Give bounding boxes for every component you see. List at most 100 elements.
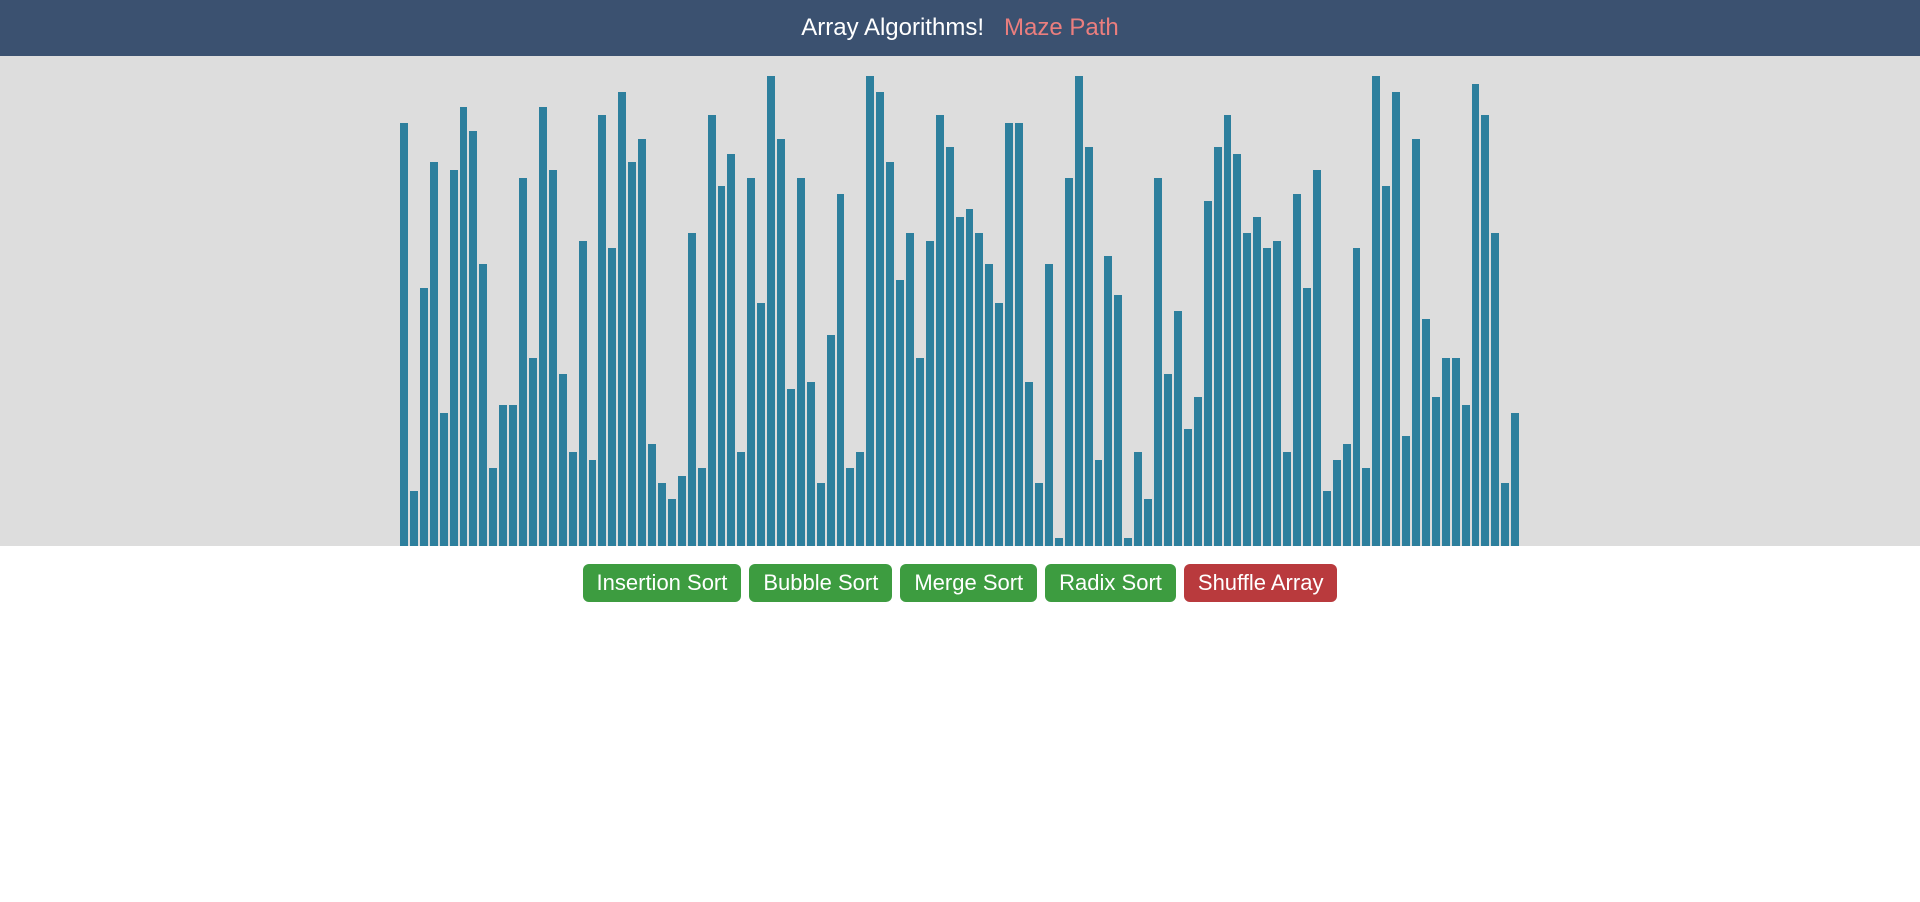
chart-bar: [618, 92, 626, 546]
insertion-sort-button[interactable]: Insertion Sort: [583, 564, 742, 602]
chart-bar: [797, 178, 805, 546]
chart-bar: [827, 335, 835, 547]
chart-bar: [410, 491, 418, 546]
chart-bar: [1422, 319, 1430, 546]
chart-bar: [1194, 397, 1202, 546]
chart-bar: [450, 170, 458, 546]
chart-bar: [886, 162, 894, 546]
chart-bar: [469, 131, 477, 546]
chart-bar: [1372, 76, 1380, 546]
chart-bar: [1263, 248, 1271, 546]
chart-bar: [1214, 147, 1222, 547]
chart-bar: [1333, 460, 1341, 546]
chart-bar: [866, 76, 874, 546]
chart-bar: [678, 476, 686, 547]
chart-bar: [1154, 178, 1162, 546]
chart-bar: [1323, 491, 1331, 546]
chart-bar: [499, 405, 507, 546]
chart-bar: [668, 499, 676, 546]
chart-bar: [1243, 233, 1251, 546]
chart-bar: [509, 405, 517, 546]
chart-bar: [1462, 405, 1470, 546]
chart-bar: [1035, 483, 1043, 546]
chart-bar: [1204, 201, 1212, 546]
chart-area: [0, 56, 1920, 546]
bar-chart: [400, 76, 1520, 546]
chart-bar: [1005, 123, 1013, 546]
chart-bar: [787, 389, 795, 546]
chart-bar: [1382, 186, 1390, 546]
chart-bar: [1253, 217, 1261, 546]
controls-row: Insertion Sort Bubble Sort Merge Sort Ra…: [0, 546, 1920, 620]
chart-bar: [1114, 295, 1122, 546]
chart-bar: [926, 241, 934, 547]
chart-bar: [767, 76, 775, 546]
chart-bar: [985, 264, 993, 546]
chart-bar: [489, 468, 497, 546]
chart-bar: [1273, 241, 1281, 547]
chart-bar: [1293, 194, 1301, 547]
chart-bar: [1511, 413, 1519, 546]
chart-bar: [1432, 397, 1440, 546]
chart-bar: [727, 154, 735, 546]
chart-bar: [1055, 538, 1063, 546]
nav-link-array-algorithms[interactable]: Array Algorithms!: [801, 14, 984, 42]
chart-bar: [1472, 84, 1480, 546]
chart-bar: [1452, 358, 1460, 546]
chart-bar: [400, 123, 408, 546]
bubble-sort-button[interactable]: Bubble Sort: [749, 564, 892, 602]
chart-bar: [628, 162, 636, 546]
chart-bar: [430, 162, 438, 546]
chart-bar: [529, 358, 537, 546]
chart-bar: [1442, 358, 1450, 546]
chart-bar: [549, 170, 557, 546]
chart-bar: [856, 452, 864, 546]
chart-bar: [1481, 115, 1489, 546]
chart-bar: [698, 468, 706, 546]
chart-bar: [1501, 483, 1509, 546]
chart-bar: [975, 233, 983, 546]
chart-bar: [966, 209, 974, 546]
chart-bar: [1224, 115, 1232, 546]
chart-bar: [1313, 170, 1321, 546]
chart-bar: [1025, 382, 1033, 547]
chart-bar: [1343, 444, 1351, 546]
chart-bar: [708, 115, 716, 546]
chart-bar: [559, 374, 567, 546]
chart-bar: [747, 178, 755, 546]
chart-bar: [837, 194, 845, 547]
chart-bar: [737, 452, 745, 546]
chart-bar: [777, 139, 785, 546]
chart-bar: [916, 358, 924, 546]
chart-bar: [1085, 147, 1093, 547]
chart-bar: [1402, 436, 1410, 546]
chart-bar: [846, 468, 854, 546]
chart-bar: [1491, 233, 1499, 546]
chart-bar: [1095, 460, 1103, 546]
chart-bar: [519, 178, 527, 546]
chart-bar: [658, 483, 666, 546]
header-nav: Array Algorithms! Maze Path: [0, 0, 1920, 56]
chart-bar: [638, 139, 646, 546]
radix-sort-button[interactable]: Radix Sort: [1045, 564, 1176, 602]
chart-bar: [1075, 76, 1083, 546]
chart-bar: [876, 92, 884, 546]
chart-bar: [1303, 288, 1311, 547]
chart-bar: [1144, 499, 1152, 546]
nav-link-maze-path[interactable]: Maze Path: [1004, 14, 1119, 42]
chart-bar: [817, 483, 825, 546]
chart-bar: [598, 115, 606, 546]
merge-sort-button[interactable]: Merge Sort: [900, 564, 1037, 602]
chart-bar: [569, 452, 577, 546]
shuffle-array-button[interactable]: Shuffle Array: [1184, 564, 1338, 602]
chart-bar: [1392, 92, 1400, 546]
chart-bar: [608, 248, 616, 546]
chart-bar: [807, 382, 815, 547]
chart-bar: [1362, 468, 1370, 546]
chart-bar: [1045, 264, 1053, 546]
chart-bar: [440, 413, 448, 546]
chart-bar: [539, 107, 547, 546]
chart-bar: [1174, 311, 1182, 546]
chart-bar: [946, 147, 954, 547]
chart-bar: [896, 280, 904, 546]
